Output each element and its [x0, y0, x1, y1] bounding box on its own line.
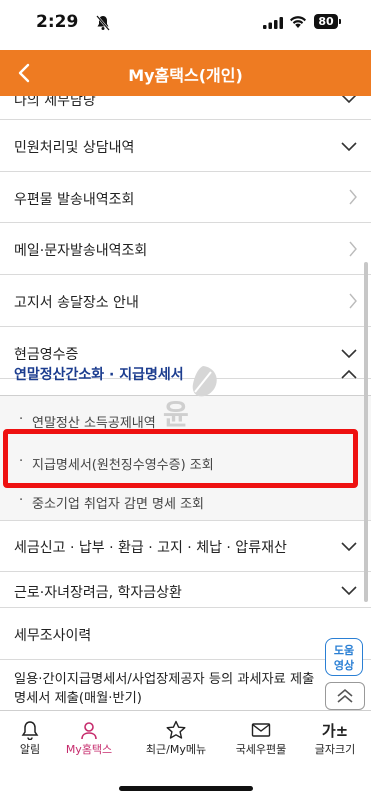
menu-item-mail-history[interactable]: 우편물 발송내역조회: [0, 172, 371, 223]
menu-item-daily-payment-statement[interactable]: 일용·간이지급명세서/사업장제공자 등의 과세자료 제출 명세서 제출(매월·반…: [0, 660, 371, 710]
chevron-right-icon: [349, 241, 357, 257]
help-video-label-2: 영상: [333, 659, 355, 672]
menu-item-email-sms-history[interactable]: 메일·문자발송내역조회: [0, 223, 371, 275]
bullet: ·: [19, 412, 24, 427]
menu-item-label: 메일·문자발송내역조회: [14, 243, 148, 259]
tab-my-hometax[interactable]: My홈택스: [58, 719, 120, 757]
tab-tax-mail[interactable]: 국세우편물: [228, 719, 294, 757]
page-title: My홈택스(개인): [128, 66, 243, 85]
tab-label: 알림: [19, 743, 41, 756]
scroll-top-button[interactable]: [325, 682, 365, 710]
tab-recent-my-menu[interactable]: 최근/My메뉴: [140, 719, 212, 757]
menu-item-tax-filing[interactable]: 세금신고 · 납부 · 환급 · 고지 · 체납 · 압류재산: [0, 520, 371, 572]
highlight-box: [3, 429, 358, 488]
status-time: 2:29: [36, 12, 79, 32]
tab-label: 최근/My메뉴: [145, 743, 207, 756]
menu-item-label-line2: 명세서 제출(매월·반기): [14, 691, 142, 706]
mail-icon: [251, 723, 271, 737]
user-icon: [81, 722, 97, 740]
tab-label: 국세우편물: [235, 743, 287, 756]
menu-item-incentive[interactable]: 근로·자녀장려금, 학자금상환: [0, 572, 371, 608]
star-icon: [166, 720, 186, 739]
battery-tip: [339, 19, 341, 24]
menu-item-label: 근로·자녀장려금, 학자금상환: [14, 585, 182, 601]
menu-item-label: 일용·간이지급명세서/사업장제공자 등의 과세자료 제출: [14, 672, 315, 687]
bell-mute-icon: [96, 15, 110, 31]
tab-label: My홈택스: [65, 743, 113, 756]
chevron-down-icon: [341, 542, 357, 552]
menu-item-my-tax-officer[interactable]: 나의 세무담당: [0, 96, 371, 120]
chevron-down-icon: [341, 142, 357, 152]
menu-item-label: 세금신고 · 납부 · 환급 · 고지 · 체납 · 압류재산: [14, 540, 287, 556]
chevron-right-icon: [349, 293, 357, 309]
double-chevron-up-icon: [337, 688, 353, 703]
menu-item-notice-delivery[interactable]: 고지서 송달장소 안내: [0, 275, 371, 327]
chevron-up-icon: [341, 369, 357, 379]
submenu-item-sme-reduction[interactable]: · 중소기업 취업자 감면 명세 조회: [0, 487, 371, 515]
tab-font-size[interactable]: 가± 글자크기: [306, 719, 364, 757]
menu-item-label: 고지서 송달장소 안내: [14, 295, 139, 311]
wifi-icon: [290, 16, 306, 28]
menu-item-tax-audit[interactable]: 세무조사이력: [0, 608, 371, 660]
watermark-logo-icon: 윤: [163, 366, 217, 430]
menu-item-civil-petitions[interactable]: 민원처리및 상담내역: [0, 120, 371, 172]
home-indicator: [119, 786, 253, 791]
menu-item-label: 나의 세무담당: [14, 96, 96, 109]
battery-indicator: 80: [314, 14, 338, 29]
chevron-down-icon: [341, 96, 357, 104]
bullet: ·: [19, 493, 24, 508]
bell-icon: [21, 721, 39, 740]
app-header: My홈택스(개인): [0, 50, 371, 96]
submenu-item-label: 중소기업 취업자 감면 명세 조회: [32, 497, 205, 512]
menu-item-label: 민원처리및 상담내역: [14, 140, 135, 156]
scrollbar[interactable]: [364, 262, 368, 602]
svg-text:윤: 윤: [163, 398, 189, 430]
help-video-button[interactable]: 도움 영상: [325, 638, 363, 676]
font-size-icon: 가±: [321, 721, 349, 740]
chevron-right-icon: [349, 189, 357, 205]
chevron-down-icon: [341, 586, 357, 596]
menu-item-label: 우편물 발송내역조회: [14, 192, 135, 208]
status-bar: 2:29 80: [0, 0, 371, 50]
tab-label: 글자크기: [314, 743, 356, 756]
cell-signal-icon: [263, 17, 283, 29]
menu-item-label: 세무조사이력: [14, 628, 92, 644]
tab-notifications[interactable]: 알림: [8, 719, 52, 757]
help-video-label-1: 도움: [333, 644, 355, 657]
